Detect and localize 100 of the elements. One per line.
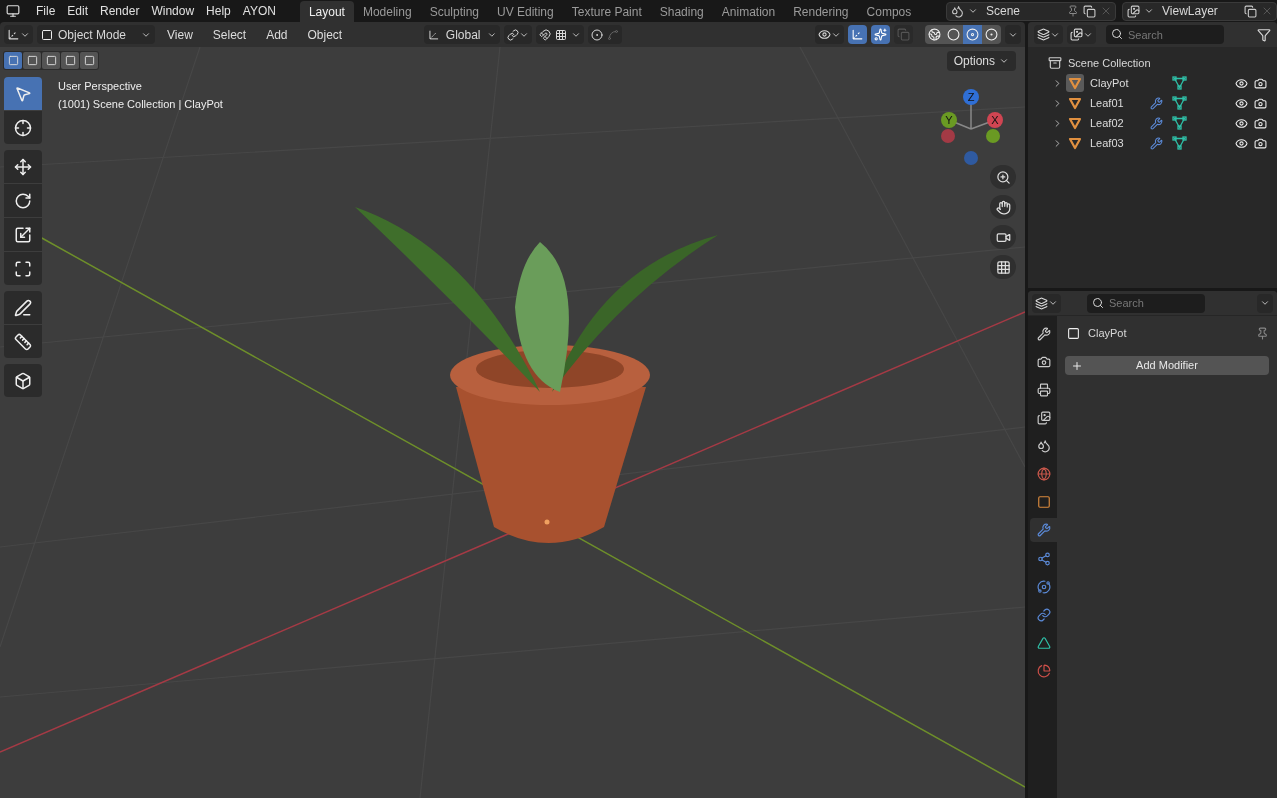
- object-name: ClayPot: [1088, 325, 1127, 341]
- editor-type-icon: [7, 28, 20, 41]
- wrench-icon: [1036, 326, 1051, 341]
- modifier-icon[interactable]: [1150, 116, 1163, 130]
- search-field[interactable]: Search: [1106, 25, 1224, 44]
- wireframe-shading-button[interactable]: [925, 25, 944, 44]
- workspace-tab[interactable]: Modeling: [353, 1, 421, 22]
- search-field[interactable]: Search: [1087, 293, 1205, 313]
- menu-item[interactable]: Window: [145, 1, 201, 21]
- camera-icon[interactable]: [1254, 96, 1267, 110]
- camera-icon[interactable]: [1254, 136, 1267, 150]
- workspace-tab[interactable]: Compos: [857, 1, 921, 22]
- add-modifier-button[interactable]: Add Modifier: [1065, 356, 1269, 375]
- mode-dropdown[interactable]: Object Mode: [37, 25, 155, 44]
- pivot-button[interactable]: [504, 25, 533, 44]
- modifiers-tab[interactable]: [1030, 518, 1057, 542]
- editor-type-button[interactable]: [4, 25, 33, 44]
- snap-button[interactable]: [536, 25, 585, 44]
- select-mode-button[interactable]: [4, 52, 22, 69]
- wrench-icon: [1036, 523, 1051, 537]
- annotate-tool[interactable]: [4, 291, 42, 324]
- object-name[interactable]: Leaf03: [1090, 134, 1150, 152]
- annotate-icon: [14, 298, 32, 317]
- caret-icon: [968, 6, 978, 16]
- editor-type-button[interactable]: [1034, 25, 1063, 44]
- orbit-icon: [1036, 579, 1051, 594]
- mesh-data-icon: [1172, 96, 1187, 110]
- overlay-toggle[interactable]: [871, 25, 890, 44]
- select-mode-button[interactable]: [80, 52, 98, 69]
- cursor-tool[interactable]: [4, 111, 42, 144]
- duplicate-icon[interactable]: [1083, 4, 1096, 18]
- scale-icon: [14, 225, 32, 244]
- display-mode-button[interactable]: [1067, 25, 1096, 44]
- eye-icon[interactable]: [1235, 136, 1248, 150]
- duplicate-icon[interactable]: [1244, 4, 1257, 18]
- square-icon: [1036, 494, 1051, 509]
- camera-icon[interactable]: [1254, 116, 1267, 130]
- material-icon: [966, 28, 979, 41]
- modifier-icon[interactable]: [1150, 96, 1163, 110]
- collection-name[interactable]: Scene Collection: [1068, 54, 1151, 72]
- pin-icon[interactable]: [1256, 326, 1269, 340]
- solid-shading-button[interactable]: [944, 25, 963, 44]
- add-cube-tool[interactable]: [4, 364, 42, 397]
- header-menu[interactable]: Add: [258, 25, 296, 44]
- menu-item[interactable]: AYON: [236, 1, 282, 21]
- measure-icon: [14, 332, 32, 351]
- triangle-icon: [1036, 635, 1051, 650]
- view-layer-name: ViewLayer: [1162, 3, 1219, 20]
- select-mode-button[interactable]: [42, 52, 60, 69]
- snap-target-icon: [555, 28, 568, 41]
- visibility-button[interactable]: [815, 25, 844, 44]
- orientation-dropdown[interactable]: Global: [424, 25, 501, 44]
- search-icon: [1111, 28, 1123, 40]
- eye-icon[interactable]: [1235, 96, 1248, 110]
- header-menu[interactable]: View: [159, 25, 201, 44]
- axis-gizmo-drawing[interactable]: Z Y X: [935, 85, 1007, 167]
- workspace-tab[interactable]: Layout: [299, 1, 354, 22]
- xray-toggle[interactable]: [894, 25, 913, 44]
- scale-tool[interactable]: [4, 218, 42, 251]
- options-dropdown[interactable]: Options: [946, 51, 1016, 71]
- editor-type-button[interactable]: [1032, 293, 1061, 313]
- modifier-icon[interactable]: [1150, 136, 1163, 150]
- gizmo-toggle[interactable]: [848, 25, 867, 44]
- object-name[interactable]: ClayPot: [1090, 74, 1150, 92]
- workspace-tab[interactable]: Sculpting: [420, 1, 488, 22]
- menu-item[interactable]: Render: [94, 1, 146, 21]
- workspace-tab[interactable]: Animation: [712, 1, 785, 22]
- rendered-shading-button[interactable]: [982, 25, 1001, 44]
- workspace-tab[interactable]: Shading: [650, 1, 713, 22]
- select-icon: [14, 84, 32, 103]
- select-mode-button[interactable]: [61, 52, 79, 69]
- rotate-tool[interactable]: [4, 184, 42, 217]
- workspace-tab[interactable]: UV Editing: [488, 1, 563, 22]
- transform-tool[interactable]: [4, 252, 42, 285]
- workspace-tab[interactable]: Rendering: [784, 1, 858, 22]
- menu-item[interactable]: Edit: [61, 1, 95, 21]
- filter-icon[interactable]: [1257, 27, 1271, 42]
- header-menu[interactable]: Select: [204, 25, 255, 44]
- scene-selector[interactable]: Scene: [946, 1, 1116, 21]
- menu-item[interactable]: Help: [200, 1, 237, 21]
- viewport-info-text: (1001) Scene Collection | ClayPot: [58, 97, 223, 112]
- view-layer-selector[interactable]: ViewLayer: [1122, 1, 1277, 21]
- select-mode-button[interactable]: [23, 52, 41, 69]
- measure-tool[interactable]: [4, 325, 42, 358]
- pin-icon[interactable]: [1067, 5, 1079, 17]
- select-tool[interactable]: [4, 77, 42, 110]
- object-name[interactable]: Leaf02: [1090, 114, 1150, 132]
- move-tool[interactable]: [4, 150, 42, 183]
- material-shading-button[interactable]: [963, 25, 982, 44]
- mesh-object-icon[interactable]: [1066, 74, 1084, 92]
- proportional-edit-button[interactable]: [588, 25, 623, 44]
- menu-item[interactable]: File: [30, 1, 62, 21]
- camera-icon[interactable]: [1254, 76, 1267, 90]
- droplets-icon: [1036, 438, 1051, 453]
- eye-icon[interactable]: [1235, 76, 1248, 90]
- object-name[interactable]: Leaf01: [1090, 94, 1150, 112]
- add-cube-icon: [14, 371, 32, 390]
- workspace-tab[interactable]: Texture Paint: [562, 1, 651, 22]
- eye-icon[interactable]: [1235, 116, 1248, 130]
- header-menu[interactable]: Object: [299, 25, 351, 44]
